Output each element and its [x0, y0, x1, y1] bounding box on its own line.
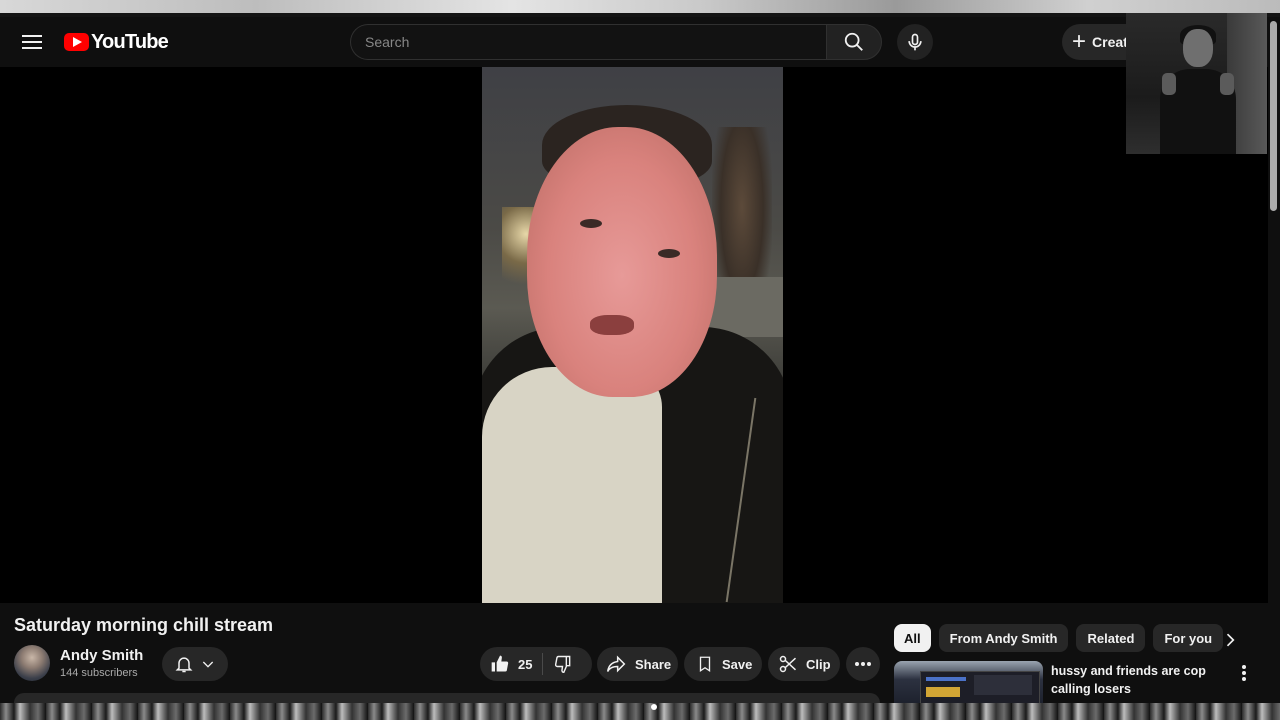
menu-icon[interactable] — [20, 30, 44, 54]
video-player[interactable] — [0, 67, 1268, 603]
top-decorative-strip — [0, 0, 1280, 17]
mic-icon — [908, 33, 922, 51]
like-button[interactable]: 25 — [490, 654, 532, 674]
chevron-down-icon — [202, 661, 214, 668]
chip-for-you[interactable]: For you — [1153, 624, 1224, 652]
recommendation-menu-button[interactable] — [1236, 663, 1252, 683]
notification-button[interactable] — [162, 647, 228, 681]
like-dislike-group: 25 — [480, 647, 592, 681]
like-divider — [542, 653, 544, 675]
video-title: Saturday morning chill stream — [14, 615, 274, 635]
scissors-icon — [779, 655, 797, 673]
page-scrollbar[interactable] — [1268, 17, 1280, 707]
search-icon — [844, 32, 863, 51]
bottom-indicator-dot — [651, 704, 657, 710]
more-actions-button[interactable] — [846, 647, 880, 681]
recommendation-thumbnail[interactable] — [894, 661, 1043, 707]
more-horizontal-icon — [855, 662, 871, 666]
share-label: Share — [635, 656, 672, 672]
save-label: Save — [722, 656, 753, 672]
more-vertical-icon — [1242, 665, 1246, 681]
chip-from-channel[interactable]: From Andy Smith — [938, 624, 1069, 652]
plus-icon: + — [1072, 28, 1087, 55]
subscriber-count: 144 subscribers — [60, 667, 138, 679]
share-icon — [606, 655, 626, 673]
recommendation-chips: All From Andy Smith Related For you — [894, 624, 1224, 652]
clip-button[interactable]: Clip — [768, 647, 840, 681]
bookmark-icon — [699, 656, 711, 673]
masthead: YouTube + Creat — [0, 17, 1280, 67]
share-button[interactable]: Share — [597, 647, 678, 681]
like-count: 25 — [518, 656, 533, 672]
chevron-right-icon — [1226, 633, 1235, 647]
youtube-logo-icon — [64, 33, 89, 51]
scrollbar-thumb[interactable] — [1270, 21, 1277, 211]
dislike-button[interactable] — [553, 654, 573, 674]
thumbs-down-icon — [555, 655, 571, 674]
chips-next-button[interactable] — [1220, 630, 1240, 650]
thumbs-up-icon — [491, 655, 509, 672]
chip-all[interactable]: All — [894, 624, 931, 652]
create-label: Creat — [1092, 34, 1128, 50]
bottom-decorative-strip — [0, 703, 1280, 720]
chip-related[interactable]: Related — [1076, 624, 1146, 652]
search-input[interactable] — [351, 25, 826, 59]
recommendation-title[interactable]: hussy and friends are cop calling losers — [1051, 662, 1211, 698]
save-button[interactable]: Save — [684, 647, 762, 681]
description-box[interactable] — [14, 693, 880, 703]
clip-label: Clip — [806, 656, 831, 672]
voice-search-button[interactable] — [897, 24, 933, 60]
logo-text: YouTube — [91, 30, 169, 53]
avatar[interactable] — [14, 645, 50, 681]
webcam-overlay — [1126, 13, 1267, 154]
search-box — [350, 24, 826, 60]
search-button[interactable] — [826, 24, 882, 60]
channel-name[interactable]: Andy Smith — [60, 647, 143, 664]
video-frame — [482, 67, 783, 603]
youtube-logo[interactable]: YouTube — [64, 30, 169, 53]
bell-icon — [175, 657, 193, 673]
